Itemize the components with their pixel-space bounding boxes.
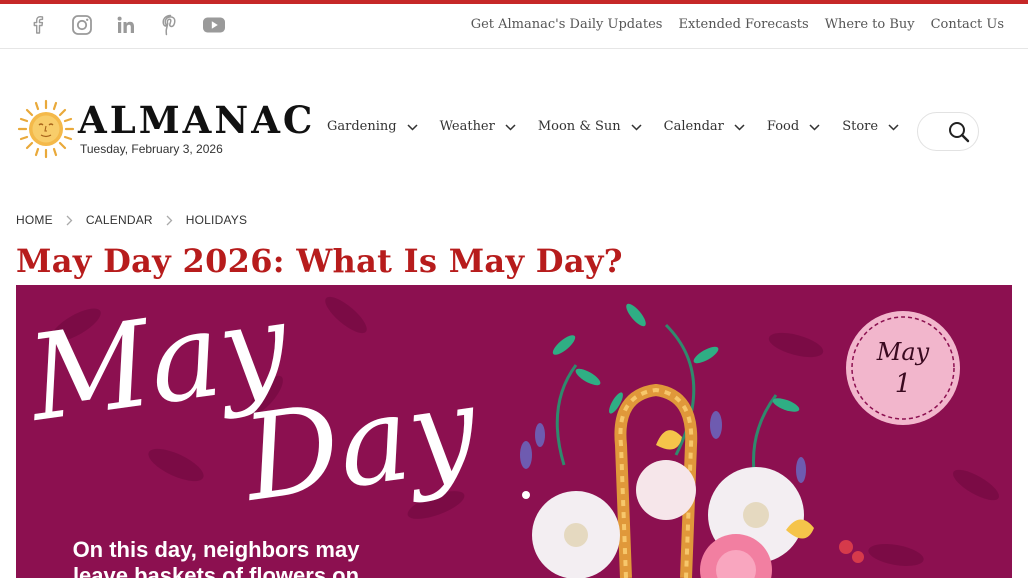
utility-links: Get Almanac's Daily Updates Extended For… [471,17,1004,32]
nav-label: Calendar [663,119,724,134]
extended-forecasts-link[interactable]: Extended Forecasts [678,17,808,32]
hero-caption-line1: On this day, neighbors may [73,537,361,562]
chevron-right-icon [66,215,73,226]
social-links [26,13,226,37]
breadcrumb-calendar[interactable]: CALENDAR [86,213,153,227]
main-navigation: Gardening Weather Moon & Sun Calendar Fo… [327,119,899,134]
youtube-icon[interactable] [202,13,226,37]
chevron-down-icon [734,123,745,131]
nav-label: Store [842,119,879,134]
chevron-down-icon [809,123,820,131]
badge-month: May [876,338,930,366]
nav-store[interactable]: Store [842,119,899,134]
breadcrumb-holidays[interactable]: HOLIDAYS [186,213,247,227]
chevron-down-icon [631,123,642,131]
where-to-buy-link[interactable]: Where to Buy [825,17,915,32]
current-date: Tuesday, February 3, 2026 [80,142,223,156]
search-button[interactable] [917,112,979,151]
pinterest-icon[interactable] [158,13,182,37]
chevron-down-icon [888,123,899,131]
utility-bar: Get Almanac's Daily Updates Extended For… [0,4,1028,49]
nav-label: Food [766,119,800,134]
badge-day: 1 [895,369,912,399]
hero-image: May Day May 1 On this day, neighbors may… [16,285,1012,578]
nav-label: Moon & Sun [537,119,621,134]
date-badge: May 1 [846,311,960,425]
nav-label: Weather [439,119,495,134]
site-header: ALMANAC Tuesday, February 3, 2026 Garden… [0,50,1028,200]
chevron-right-icon [166,215,173,226]
instagram-icon[interactable] [70,13,94,37]
contact-us-link[interactable]: Contact Us [931,17,1004,32]
nav-weather[interactable]: Weather [440,119,516,134]
breadcrumb-home[interactable]: HOME [16,213,53,227]
chevron-down-icon [505,123,516,131]
almanac-logo[interactable]: ALMANAC Tuesday, February 3, 2026 [16,98,312,162]
daily-updates-link[interactable]: Get Almanac's Daily Updates [471,17,663,32]
sun-logo-icon [17,99,75,159]
page-title: May Day 2026: What Is May Day? [16,242,623,280]
linkedin-icon[interactable] [114,13,138,37]
nav-moon-sun[interactable]: Moon & Sun [538,119,642,134]
nav-calendar[interactable]: Calendar [664,119,745,134]
nav-food[interactable]: Food [767,119,820,134]
nav-label: Gardening [327,119,397,134]
breadcrumb: HOME CALENDAR HOLIDAYS [16,212,247,228]
hero-caption-line2: leave baskets of flowers on [73,563,359,578]
facebook-icon[interactable] [26,13,50,37]
search-icon [949,121,970,142]
nav-gardening[interactable]: Gardening [327,119,418,134]
chevron-down-icon [407,123,418,131]
logo-wordmark: ALMANAC [78,98,316,142]
